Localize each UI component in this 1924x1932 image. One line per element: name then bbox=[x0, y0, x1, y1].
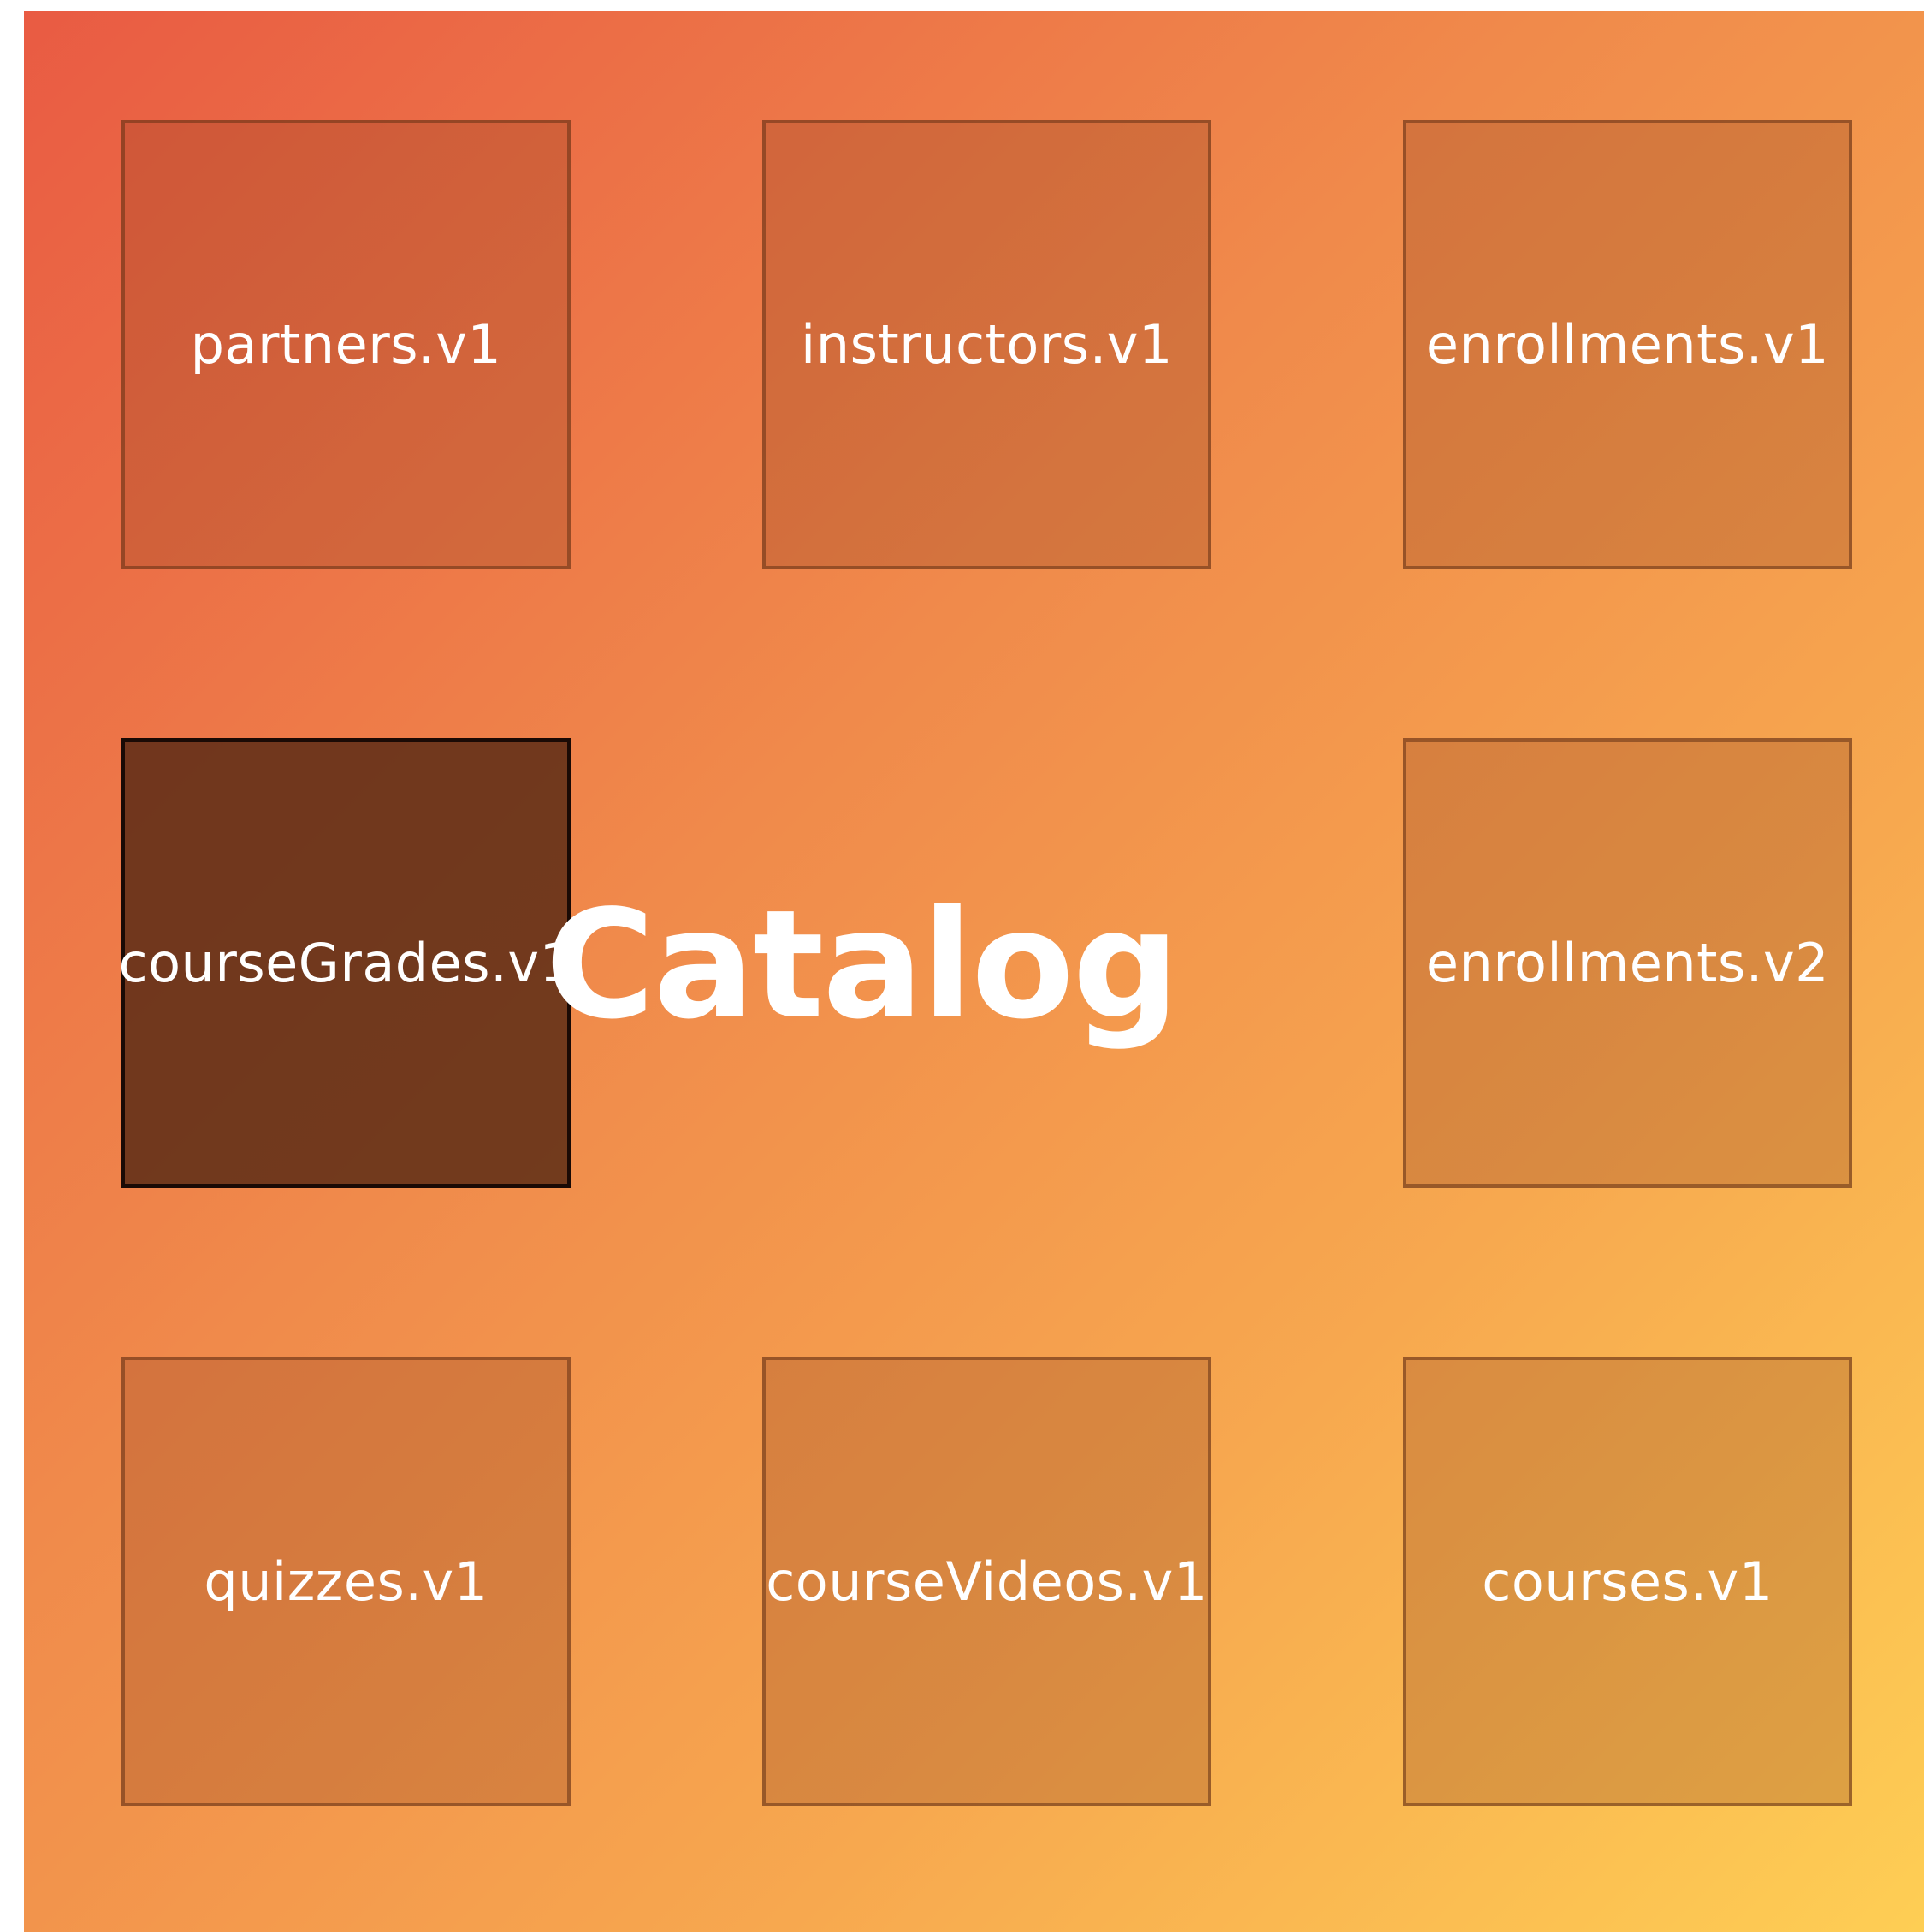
tile-label: courseGrades.v1 bbox=[118, 932, 574, 994]
tile-partners-v1[interactable]: partners.v1 bbox=[121, 120, 571, 569]
tile-enrollments-v1[interactable]: enrollments.v1 bbox=[1403, 120, 1852, 569]
catalog-title: Catalog bbox=[545, 878, 1180, 1052]
tile-enrollments-v2[interactable]: enrollments.v2 bbox=[1403, 738, 1852, 1188]
tile-instructors-v1[interactable]: instructors.v1 bbox=[762, 120, 1211, 569]
tile-courses-v1[interactable]: courses.v1 bbox=[1403, 1357, 1852, 1806]
tile-label: partners.v1 bbox=[190, 313, 502, 376]
tile-coursegrades-v1[interactable]: courseGrades.v1 bbox=[118, 738, 574, 1188]
tile-label: enrollments.v1 bbox=[1425, 313, 1830, 376]
tile-label: instructors.v1 bbox=[801, 313, 1173, 376]
tile-label: courseVideos.v1 bbox=[766, 1550, 1208, 1613]
tile-quizzes-v1[interactable]: quizzes.v1 bbox=[121, 1357, 571, 1806]
tile-coursevideos-v1[interactable]: courseVideos.v1 bbox=[762, 1357, 1211, 1806]
tile-label: enrollments.v2 bbox=[1425, 932, 1830, 994]
tile-label: quizzes.v1 bbox=[204, 1550, 488, 1613]
catalog-canvas: partners.v1 instructors.v1 enrollments.v… bbox=[24, 11, 1924, 1932]
tile-label: courses.v1 bbox=[1482, 1550, 1773, 1613]
